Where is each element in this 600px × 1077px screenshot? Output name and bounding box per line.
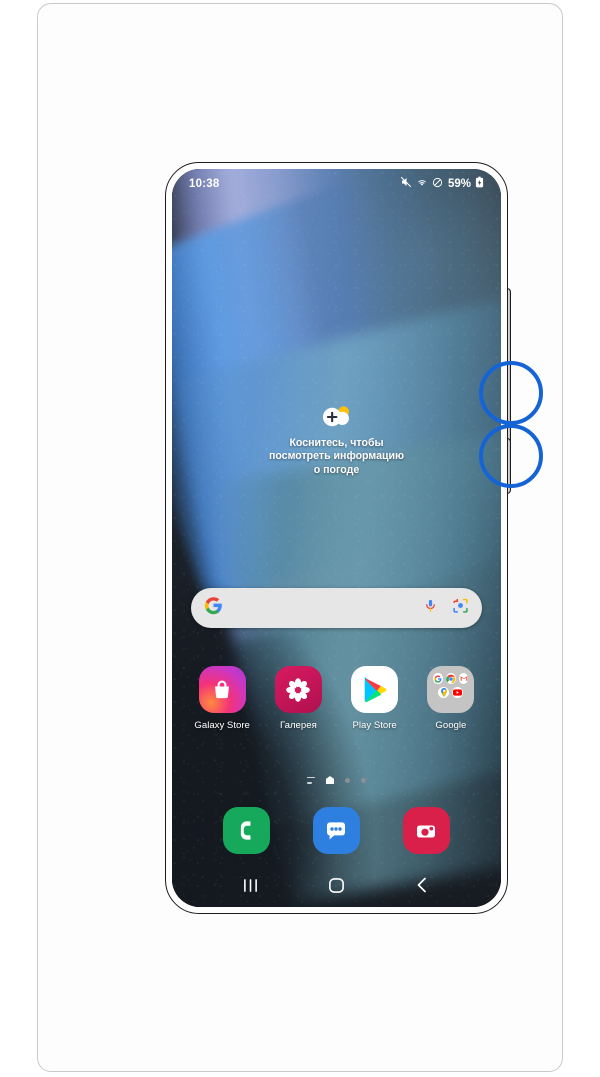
weather-text-line-1: Коснитесь, чтобы bbox=[289, 437, 384, 449]
phone-screen[interactable]: 10:38 59% Коснитесь, чтобы посмотреть ин… bbox=[172, 169, 501, 907]
annotation-circle-power-button bbox=[479, 424, 543, 488]
dock bbox=[172, 807, 501, 854]
cloud-plus-sun-icon bbox=[322, 405, 352, 429]
page-indicator bbox=[172, 776, 501, 784]
gallery-flower-icon[interactable] bbox=[274, 666, 322, 713]
app-grid: Galaxy Store Галерея Play Store Google bbox=[172, 666, 501, 731]
do-not-disturb-icon bbox=[432, 175, 443, 193]
weather-text-line-3: о погоде bbox=[313, 463, 360, 476]
page-card: 10:38 59% Коснитесь, чтобы посмотреть ин… bbox=[37, 3, 563, 1072]
app-label: Google bbox=[435, 720, 467, 731]
back-icon[interactable] bbox=[405, 868, 439, 902]
messages-icon[interactable] bbox=[312, 807, 360, 854]
daily-lines-icon[interactable] bbox=[307, 776, 315, 784]
weather-text-line-2: посмотреть информацию bbox=[268, 450, 405, 463]
annotation-circle-volume-rocker bbox=[479, 361, 543, 425]
recents-icon[interactable] bbox=[234, 868, 268, 902]
gmail-icon bbox=[458, 673, 469, 684]
microphone-icon[interactable] bbox=[423, 598, 438, 618]
wallpaper bbox=[172, 169, 501, 907]
app-label: Галерея bbox=[279, 720, 317, 731]
search-bar-actions bbox=[423, 597, 469, 619]
app-google-folder[interactable]: Google bbox=[418, 666, 484, 731]
phone-device: 10:38 59% Коснитесь, чтобы посмотреть ин… bbox=[165, 162, 543, 914]
app-label: Play Store bbox=[352, 720, 397, 731]
status-bar-time: 10:38 bbox=[189, 178, 220, 190]
google-lens-camera-icon[interactable] bbox=[452, 597, 469, 619]
camera-icon[interactable] bbox=[402, 807, 450, 854]
app-gallery[interactable]: Галерея bbox=[265, 666, 331, 731]
app-label: Galaxy Store bbox=[194, 720, 250, 731]
maps-icon bbox=[438, 687, 450, 698]
weather-widget-text: Коснитесь, чтобы посмотреть информацию о… bbox=[252, 437, 422, 477]
home-icon[interactable] bbox=[319, 868, 353, 902]
galaxy-store-icon[interactable] bbox=[198, 666, 246, 713]
google-icon bbox=[433, 673, 443, 684]
app-play-store[interactable]: Play Store bbox=[342, 666, 408, 731]
page-dot[interactable] bbox=[345, 777, 350, 783]
wifi-icon bbox=[416, 175, 428, 193]
google-g-icon bbox=[204, 596, 223, 620]
app-galaxy-store[interactable]: Galaxy Store bbox=[189, 666, 255, 731]
chrome-icon bbox=[445, 673, 456, 684]
status-bar-icons: 59% bbox=[400, 175, 484, 193]
google-folder-icon[interactable] bbox=[427, 666, 475, 713]
status-bar: 10:38 59% bbox=[172, 169, 501, 199]
play-store-icon[interactable] bbox=[351, 666, 399, 713]
navigation-bar bbox=[172, 863, 501, 907]
google-search-bar[interactable] bbox=[191, 588, 482, 628]
home-page-active[interactable] bbox=[326, 776, 334, 784]
battery-percent-label: 59% bbox=[447, 178, 471, 190]
weather-widget[interactable]: Коснитесь, чтобы посмотреть информацию о… bbox=[172, 405, 501, 477]
page-dot[interactable] bbox=[361, 777, 366, 783]
phone-icon[interactable] bbox=[223, 807, 271, 854]
battery-icon bbox=[475, 175, 484, 193]
mute-icon bbox=[400, 175, 412, 193]
youtube-icon bbox=[452, 687, 464, 698]
